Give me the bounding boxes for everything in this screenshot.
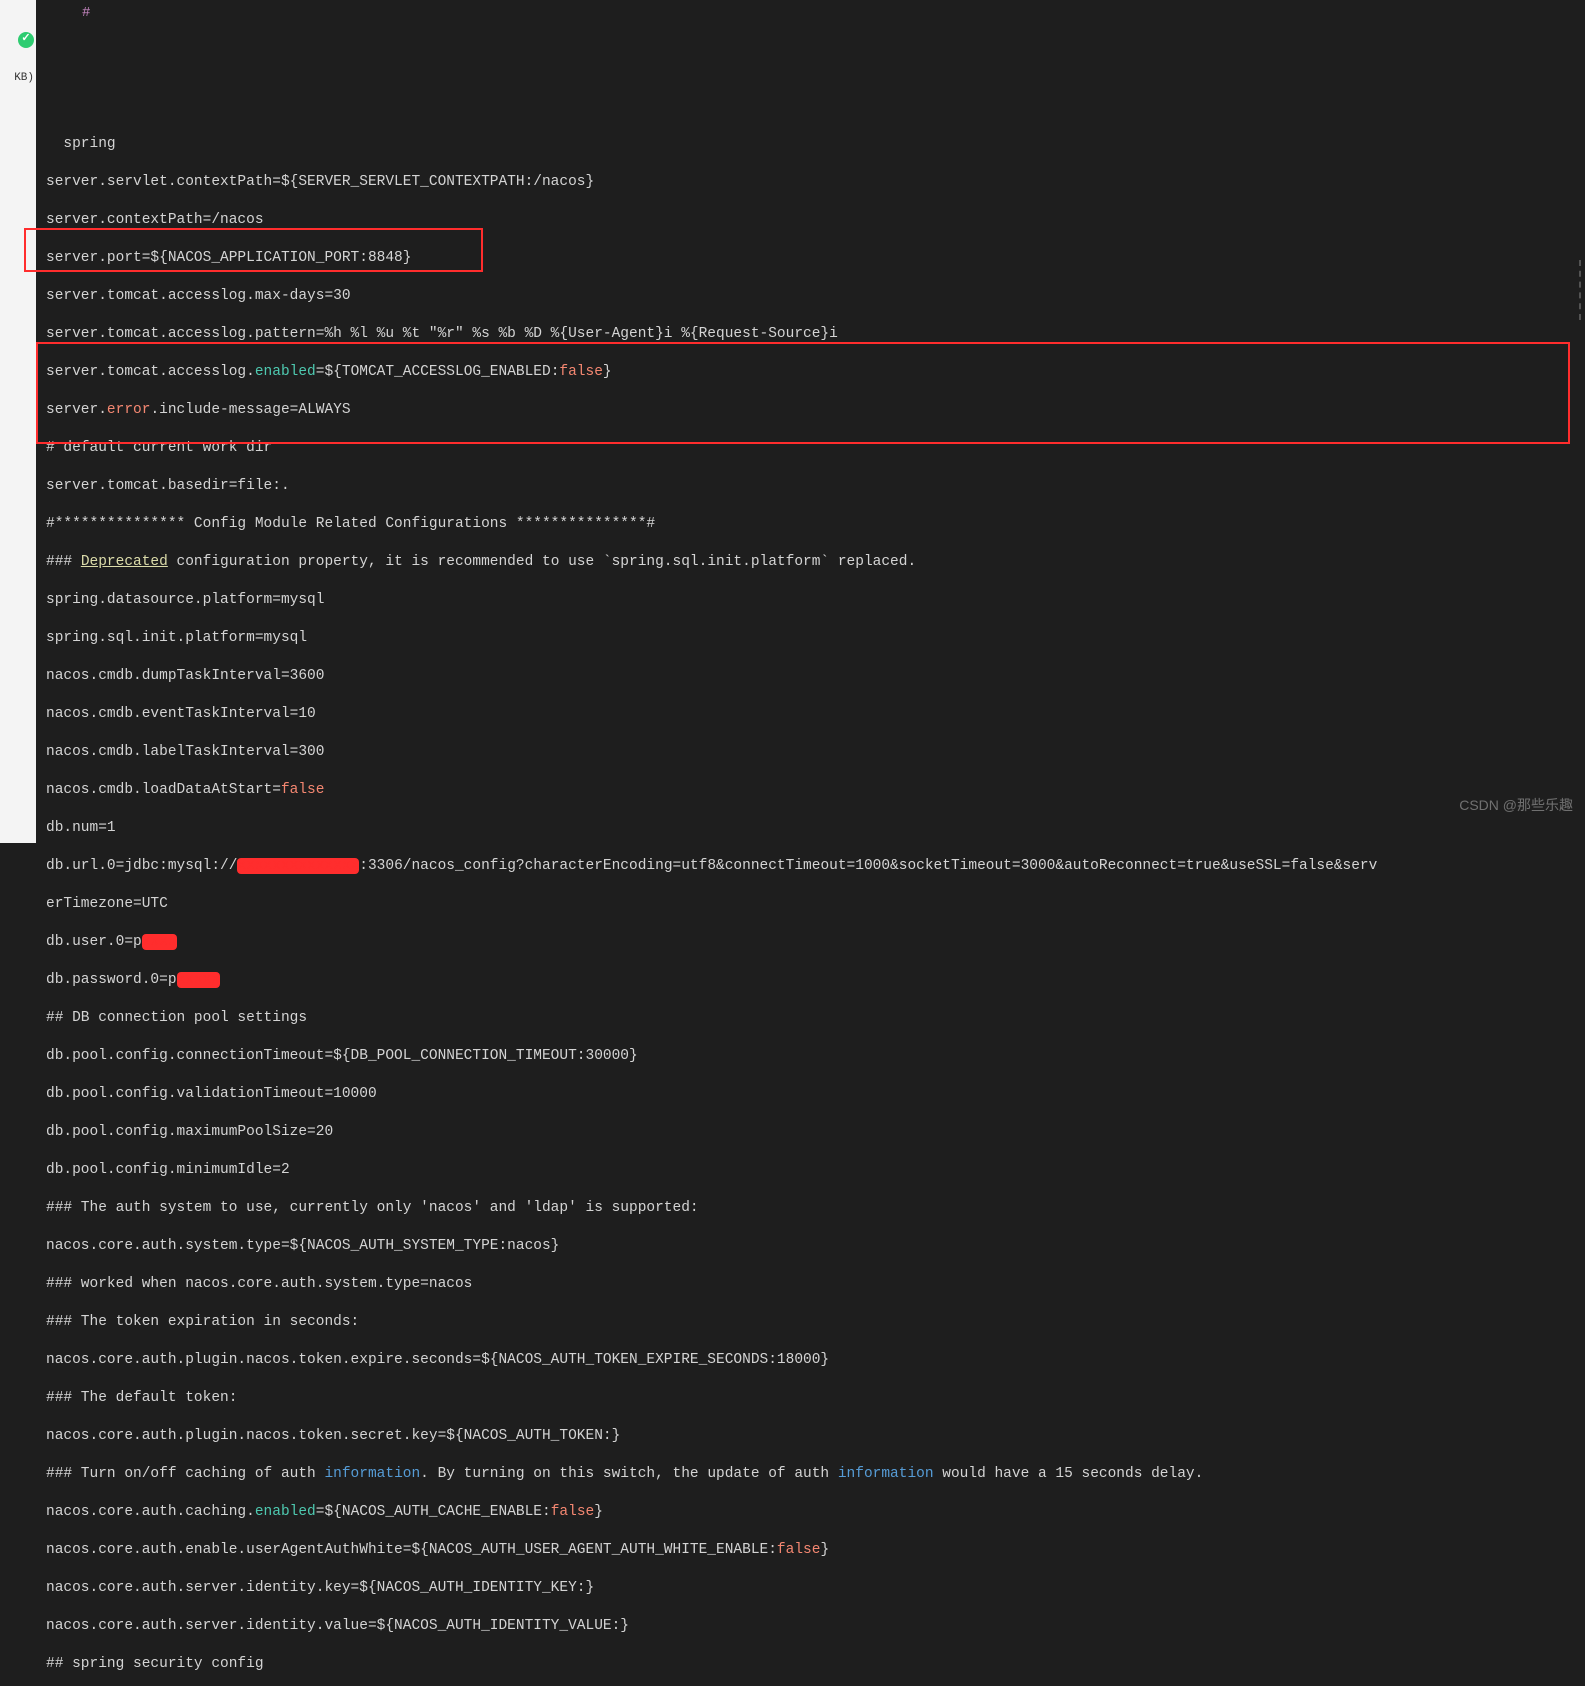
code-line: ### Turn on/off caching of auth informat… [46,1465,1585,1484]
code-line: db.pool.config.connectionTimeout=${DB_PO… [46,1047,1585,1066]
code-line: server.tomcat.accesslog.max-days=30 [46,287,1585,306]
code-line: server.tomcat.accesslog.pattern=%h %l %u… [46,325,1585,344]
code-line: db.url.0=jdbc:mysql://xxxxxxxxxxxxxx:330… [46,857,1585,876]
code-line: # default current work dir [46,439,1585,458]
code-line: nacos.core.auth.system.type=${NACOS_AUTH… [46,1237,1585,1256]
code-line: ### The auth system to use, currently on… [46,1199,1585,1218]
code-line: spring.datasource.platform=mysql [46,591,1585,610]
scrollbar-indicator[interactable] [1579,260,1583,320]
code-line: ### The token expiration in seconds: [46,1313,1585,1332]
code-line: ### worked when nacos.core.auth.system.t… [46,1275,1585,1294]
gutter: ✓ KB) [0,0,36,843]
code-line: ### Deprecated configuration property, i… [46,553,1585,572]
redacted-host: xxxxxxxxxxxxxx [237,858,359,874]
editor-area: ✓ KB) # spring server.servlet.contextPat… [0,0,1585,843]
gutter-size-label: KB) [0,69,36,88]
redacted-password: xxxxx [177,972,221,988]
code-line: nacos.cmdb.dumpTaskInterval=3600 [46,667,1585,686]
code-line: spring.sql.init.platform=mysql [46,629,1585,648]
code-line: db.pool.config.minimumIdle=2 [46,1161,1585,1180]
code-line: db.num=1 [46,819,1585,838]
code-line: spring [46,135,1585,154]
code-line: nacos.core.auth.plugin.nacos.token.expir… [46,1351,1585,1370]
code-line: nacos.core.auth.caching.enabled=${NACOS_… [46,1503,1585,1522]
code-line: nacos.core.auth.plugin.nacos.token.secre… [46,1427,1585,1446]
code-line: ## DB connection pool settings [46,1009,1585,1028]
code-line: nacos.cmdb.eventTaskInterval=10 [46,705,1585,724]
code-line: db.pool.config.validationTimeout=10000 [46,1085,1585,1104]
highlight-box-db [36,342,1570,444]
code-line: db.password.0=pxxxxx [46,971,1585,990]
code-line: server.tomcat.accesslog.enabled=${TOMCAT… [46,363,1585,382]
code-line: nacos.core.auth.server.identity.value=${… [46,1617,1585,1636]
code-line: ## spring security config [46,1655,1585,1674]
code-line: server.port=${NACOS_APPLICATION_PORT:884… [46,249,1585,268]
code-line: erTimezone=UTC [46,895,1585,914]
code-line: server.error.include-message=ALWAYS [46,401,1585,420]
code-line: nacos.cmdb.labelTaskInterval=300 [46,743,1585,762]
code-line: nacos.cmdb.loadDataAtStart=false [46,781,1585,800]
code-line: server.tomcat.basedir=file:. [46,477,1585,496]
code-line: nacos.core.auth.server.identity.key=${NA… [46,1579,1585,1598]
code-line: db.pool.config.maximumPoolSize=20 [46,1123,1585,1142]
code-line: ### The default token: [46,1389,1585,1408]
redacted-user: xxxx [142,934,177,950]
code-line: #*************** Config Module Related C… [46,515,1585,534]
file-type-icon: # [82,4,90,23]
code-line: db.user.0=pxxxx [46,933,1585,952]
code-line: server.servlet.contextPath=${SERVER_SERV… [46,173,1585,192]
code-line: server.contextPath=/nacos [46,211,1585,230]
sync-check-icon: ✓ [0,30,36,49]
code-line: nacos.core.auth.enable.userAgentAuthWhit… [46,1541,1585,1560]
code-pane[interactable]: # spring server.servlet.contextPath=${SE… [36,0,1585,843]
